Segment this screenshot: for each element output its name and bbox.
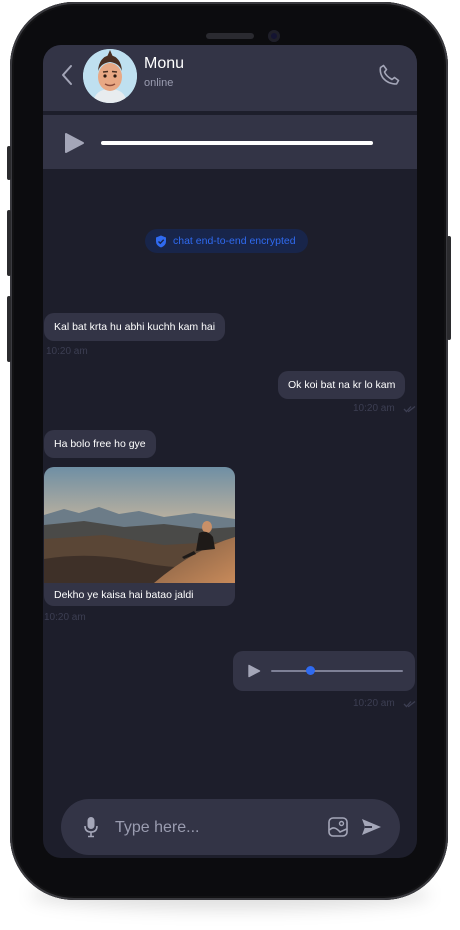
- play-icon[interactable]: [247, 664, 261, 678]
- contact-name: Monu: [144, 55, 185, 72]
- microphone-icon[interactable]: [83, 815, 99, 839]
- voice-progress-knob[interactable]: [306, 666, 316, 675]
- front-camera: [268, 30, 280, 42]
- message-time: 10:20 am: [353, 403, 395, 414]
- voice-progress-track[interactable]: [271, 670, 403, 672]
- voice-message[interactable]: [233, 651, 415, 691]
- image-caption: Dekho ye kaisa hai batao jaldi: [54, 589, 194, 601]
- send-icon[interactable]: [360, 817, 382, 837]
- volume-down-button: [7, 296, 11, 362]
- play-icon[interactable]: [63, 132, 85, 154]
- memoji-avatar-image: [83, 49, 137, 103]
- shield-check-icon: [156, 235, 166, 247]
- double-check-icon: [403, 700, 416, 708]
- gallery-icon[interactable]: [327, 816, 349, 838]
- message-time: 10:20 am: [46, 346, 88, 357]
- volume-up-button: [7, 210, 11, 276]
- contact-status: online: [144, 77, 174, 89]
- message-bubble-incoming[interactable]: Kal bat krta hu abhi kuchh kam hai: [44, 313, 226, 341]
- image-message[interactable]: Dekho ye kaisa hai batao jaldi: [44, 467, 235, 606]
- desert-photo: [44, 467, 235, 583]
- message-bubble-outgoing[interactable]: Ok koi bat na kr lo kam: [278, 371, 406, 399]
- power-button: [447, 236, 451, 340]
- chat-header: Monu online: [43, 45, 417, 111]
- message-time: 10:20 am: [353, 698, 395, 709]
- pinned-audio-player: [43, 115, 417, 169]
- message-text: Kal bat krta hu abhi kuchh kam hai: [54, 321, 216, 333]
- message-input[interactable]: [113, 813, 317, 843]
- message-bubble-incoming[interactable]: Ha bolo free ho gye: [44, 430, 156, 458]
- chat-screen: Monu online chat end-to-end encrypted Ka…: [43, 45, 417, 858]
- message-composer: [61, 799, 400, 855]
- phone-icon[interactable]: [377, 63, 401, 87]
- encryption-notice: chat end-to-end encrypted: [145, 229, 308, 253]
- audio-progress-track[interactable]: [101, 141, 373, 145]
- message-time: 10:20 am: [44, 612, 86, 623]
- double-check-icon: [403, 405, 416, 413]
- chevron-left-icon[interactable]: [59, 63, 75, 87]
- message-text: Ha bolo free ho gye: [54, 438, 146, 450]
- avatar[interactable]: [83, 49, 137, 103]
- encryption-text: chat end-to-end encrypted: [173, 235, 296, 247]
- mute-switch: [7, 146, 11, 180]
- message-text: Ok koi bat na kr lo kam: [288, 379, 396, 391]
- earpiece-speaker: [206, 33, 254, 39]
